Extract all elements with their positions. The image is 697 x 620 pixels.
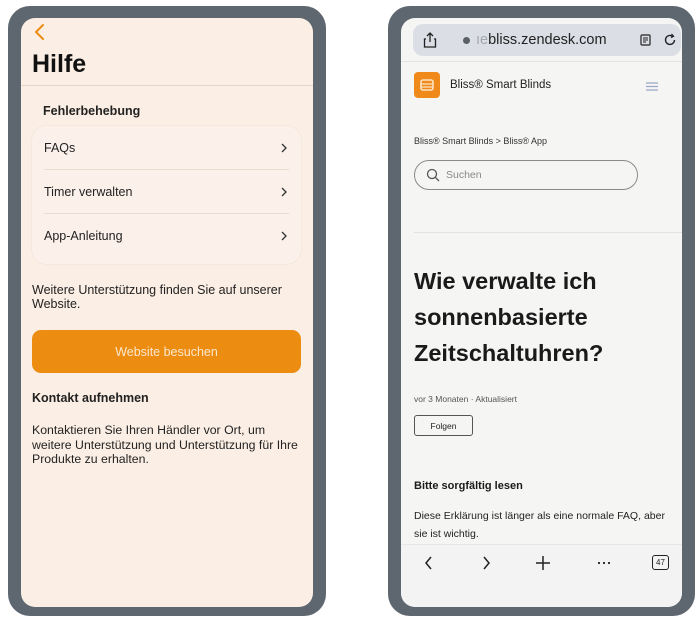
search-input[interactable]: Suchen: [414, 160, 638, 190]
breadcrumb[interactable]: Bliss® Smart Blinds > Bliss® App: [414, 136, 547, 146]
search-icon: [426, 168, 440, 182]
menu-item-timer[interactable]: Timer verwalten: [44, 170, 289, 213]
url-text: ıebliss.zendesk.com: [476, 32, 607, 48]
reload-icon[interactable]: [663, 33, 677, 47]
tabs-icon[interactable]: 47: [652, 555, 669, 570]
troubleshooting-card: FAQs Timer verwalten App-Anleitung: [32, 126, 301, 264]
chevron-right-icon: [281, 231, 287, 240]
right-phone: ıebliss.zendesk.com Bliss® Smart Blinds …: [388, 6, 695, 616]
plus-icon[interactable]: [536, 556, 550, 570]
section-heading: Bitte sorgfältig lesen: [414, 480, 523, 492]
visit-website-button[interactable]: Website besuchen: [32, 330, 301, 373]
follow-button[interactable]: Folgen: [414, 415, 473, 436]
header-divider: [401, 61, 682, 62]
chevron-right-icon: [281, 143, 287, 152]
contact-text: Kontaktieren Sie Ihren Händler vor Ort, …: [32, 423, 298, 466]
site-indicator-icon: [463, 37, 470, 44]
content-divider: [414, 232, 682, 233]
site-brand[interactable]: Bliss® Smart Blinds: [450, 79, 551, 91]
menu-item-label: Timer verwalten: [44, 184, 133, 199]
url-bar[interactable]: ıebliss.zendesk.com: [413, 24, 681, 56]
url-main: bliss.zendesk.com: [488, 32, 607, 48]
title-divider: [21, 85, 313, 86]
chevron-right-icon: [281, 187, 287, 196]
left-phone: Hilfe Fehlerbehebung FAQs Timer verwalte…: [8, 6, 326, 616]
forward-icon[interactable]: [482, 556, 491, 570]
back-chevron-icon[interactable]: [30, 22, 52, 44]
logo-mark-icon: [420, 79, 434, 91]
search-placeholder: Suchen: [446, 169, 482, 181]
menu-item-app-guide[interactable]: App-Anleitung: [44, 214, 289, 257]
menu-icon[interactable]: [646, 82, 658, 91]
menu-item-label: App-Anleitung: [44, 228, 123, 243]
help-screen: Hilfe Fehlerbehebung FAQs Timer verwalte…: [21, 18, 313, 607]
section-label: Fehlerbehebung: [43, 104, 141, 118]
browser-screen: ıebliss.zendesk.com Bliss® Smart Blinds …: [401, 18, 682, 607]
support-text: Weitere Unterstützung finden Sie auf uns…: [32, 283, 282, 311]
back-icon[interactable]: [424, 556, 433, 570]
share-icon[interactable]: [423, 32, 437, 48]
article-body: Diese Erklärung ist länger als eine norm…: [414, 510, 665, 540]
menu-item-label: FAQs: [44, 140, 76, 155]
contact-heading: Kontakt aufnehmen: [32, 391, 149, 405]
bliss-logo[interactable]: [414, 72, 440, 98]
browser-toolbar: 47: [401, 544, 682, 607]
article-title: Wie verwalte ich sonnenbasierte Zeitscha…: [414, 268, 604, 366]
menu-item-faqs[interactable]: FAQs: [44, 126, 289, 169]
reader-icon[interactable]: [640, 34, 651, 46]
page-title: Hilfe: [32, 50, 87, 78]
article-meta: vor 3 Monaten · Aktualisiert: [414, 394, 517, 404]
more-icon[interactable]: [597, 556, 611, 570]
